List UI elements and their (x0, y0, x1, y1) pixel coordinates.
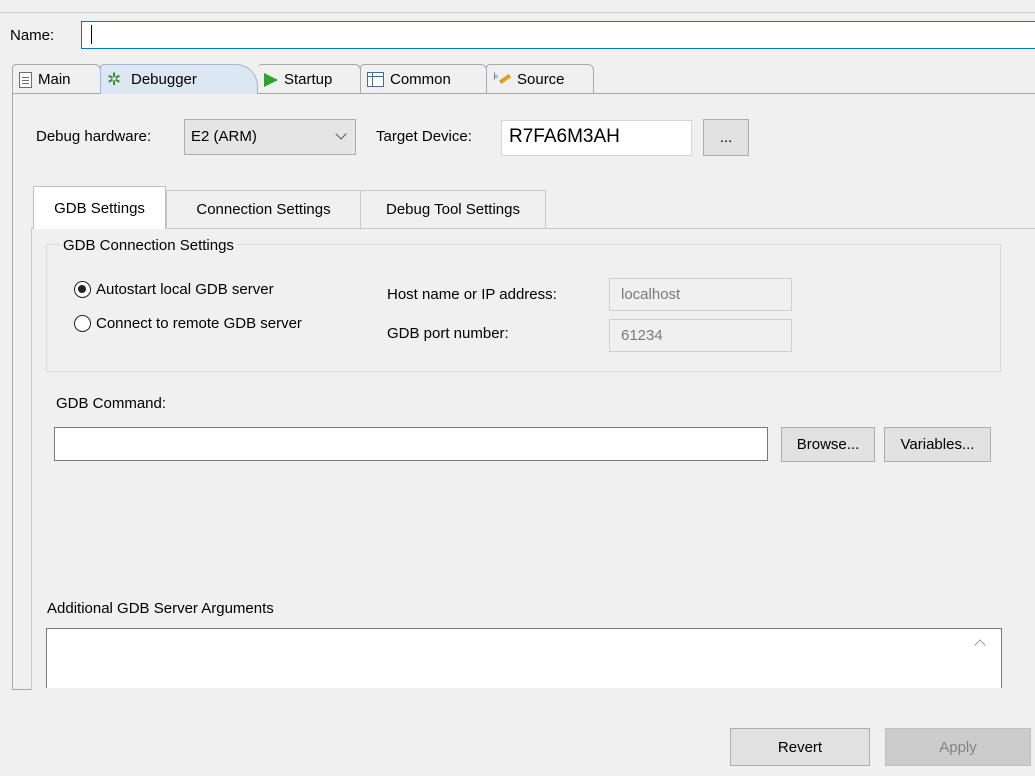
tab-common[interactable]: Common (360, 64, 487, 94)
gdb-command-input[interactable] (54, 427, 768, 461)
revert-button[interactable]: Revert (730, 728, 870, 766)
additional-args-label: Additional GDB Server Arguments (47, 600, 274, 617)
target-device-label: Target Device: (376, 128, 472, 145)
gdb-command-label: GDB Command: (56, 395, 167, 412)
name-input[interactable] (81, 21, 1035, 49)
debug-hardware-label: Debug hardware: (36, 128, 152, 145)
variables-button[interactable]: Variables... (884, 427, 991, 462)
autostart-radio-label: Autostart local GDB server (96, 281, 274, 298)
gdb-connection-group-title: GDB Connection Settings (60, 237, 237, 254)
gdb-port-input[interactable]: 61234 (609, 319, 792, 352)
tab-main[interactable]: Main (12, 64, 101, 94)
remote-radio-label: Connect to remote GDB server (96, 315, 302, 332)
play-icon (264, 72, 278, 87)
text-caret (91, 25, 92, 44)
tab-debugger-label: Debugger (131, 71, 197, 88)
target-device-input[interactable]: R7FA6M3AH (501, 120, 692, 156)
source-lookup-icon: ⊧ (493, 71, 512, 88)
target-device-browse-button[interactable]: ... (703, 119, 749, 156)
top-divider (0, 12, 1035, 13)
gdb-connection-group (46, 244, 1001, 372)
tab-startup[interactable]: Startup (258, 64, 361, 94)
tab-source[interactable]: ⊧ Source (486, 64, 594, 94)
tab-common-label: Common (390, 71, 451, 88)
debug-hardware-value: E2 (ARM) (191, 128, 257, 145)
table-icon (367, 72, 384, 87)
name-label: Name: (10, 27, 55, 44)
tab-startup-label: Startup (284, 71, 333, 88)
host-name-input[interactable]: localhost (609, 278, 792, 311)
bug-icon: ✲ (107, 69, 122, 89)
tab-main-label: Main (38, 71, 71, 88)
tab-source-label: Source (517, 71, 565, 88)
chevron-down-icon (335, 128, 347, 140)
apply-button[interactable]: Apply (885, 728, 1031, 766)
autostart-radio[interactable] (74, 281, 91, 298)
document-icon (19, 71, 32, 88)
tab-debugger[interactable]: ✲ Debugger (100, 64, 258, 94)
scroll-up-icon[interactable] (973, 636, 987, 650)
browse-button[interactable]: Browse... (781, 427, 875, 462)
tab-debug-tool-settings[interactable]: Debug Tool Settings (360, 190, 546, 228)
host-name-label: Host name or IP address: (387, 286, 557, 303)
remote-radio[interactable] (74, 315, 91, 332)
additional-args-textarea[interactable] (46, 628, 1002, 688)
gdb-port-label: GDB port number: (387, 325, 509, 342)
tab-connection-settings[interactable]: Connection Settings (166, 190, 361, 228)
tab-gdb-settings[interactable]: GDB Settings (33, 186, 166, 229)
debug-hardware-select[interactable]: E2 (ARM) (184, 119, 356, 155)
